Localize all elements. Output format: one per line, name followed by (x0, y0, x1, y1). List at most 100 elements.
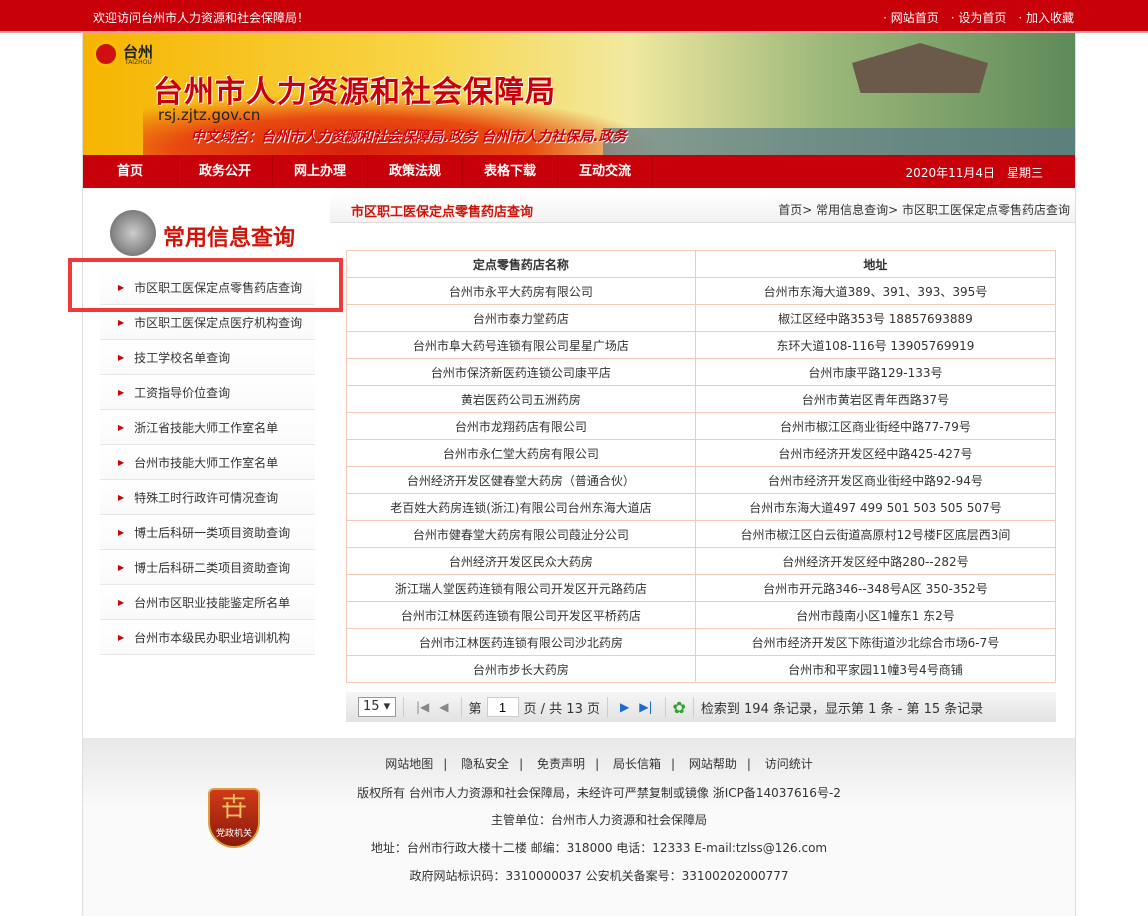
pharmacy-address: 椒江区经中路353号 18857693889 (694, 304, 1057, 332)
prev-page-icon[interactable]: ◀ (439, 700, 448, 714)
table-row: 台州市阜大药号连锁有限公司星星广场店 东环大道108-116号 139057699… (346, 331, 1057, 359)
pharmacy-address: 台州市东海大道497 499 501 503 505 507号 (694, 493, 1057, 521)
pharmacy-name: 台州市阜大药号连锁有限公司星星广场店 (346, 331, 696, 359)
table-row: 老百姓大药房连锁(浙江)有限公司台州东海大道店 台州市东海大道497 499 50… (346, 493, 1057, 521)
page-label: 第 (468, 701, 482, 717)
first-page-icon[interactable]: |◀ (416, 700, 429, 714)
page-margin-left (0, 33, 83, 916)
pharmacy-address: 台州市东海大道389、391、393、395号 (694, 277, 1057, 305)
nav-home[interactable]: 首页 (83, 155, 178, 188)
pharmacy-name: 台州市江林医药连锁有限公司开发区平桥药店 (346, 601, 696, 629)
last-page-icon[interactable]: ▶| (639, 700, 652, 714)
pharmacy-name: 老百姓大药房连锁(浙江)有限公司台州东海大道店 (346, 493, 696, 521)
table-row: 台州市泰力堂药店 椒江区经中路353号 18857693889 (346, 304, 1057, 332)
sidebar-item-label: 浙江省技能大师工作室名单 (134, 420, 279, 435)
sidebar-item[interactable]: ▶ 台州市区职业技能鉴定所名单 (100, 585, 315, 620)
sidebar-title: 常用信息查询 (163, 226, 296, 251)
water-image (603, 128, 1075, 155)
pharmacy-name: 台州市健春堂大药房有限公司葭沚分公司 (346, 520, 696, 548)
table-row: 台州市江林医药连锁有限公司沙北药房 台州市经济开发区下陈街道沙北综合市场6-7号 (346, 628, 1057, 656)
pharmacy-address: 台州市经济开发区商业街经中路92-94号 (694, 466, 1057, 494)
sidebar-item[interactable]: ▶ 浙江省技能大师工作室名单 (100, 410, 315, 445)
pharmacy-name: 台州经济开发区民众大药房 (346, 547, 696, 575)
pharmacy-address: 台州市葭南小区1幢东1 东2号 (694, 601, 1057, 629)
footer-link-sitemap[interactable]: 网站地图 (385, 757, 433, 771)
next-page-icon[interactable]: ▶ (620, 700, 629, 714)
pharmacy-name: 台州市保济新医药连锁公司康平店 (346, 358, 696, 386)
pharmacy-name: 台州市江林医药连锁有限公司沙北药房 (346, 628, 696, 656)
pharmacy-address: 台州市经济开发区下陈街道沙北综合市场6-7号 (694, 628, 1057, 656)
taizhou-logo-icon (93, 41, 119, 67)
site-title: 台州市人力资源和社会保障局 (153, 75, 556, 110)
welcome-text: 欢迎访问台州市人力资源和社会保障局！ (93, 11, 310, 25)
pharmacy-address: 台州市经济开发区经中路425-427号 (694, 439, 1057, 467)
footer-link-disclaimer[interactable]: 免责声明 (537, 757, 585, 771)
arrow-right-icon: ▶ (118, 387, 125, 397)
party-government-badge-icon[interactable]: 卋 党政机关 (208, 788, 260, 848)
site-ids-text: 政府网站标识码：3310000037 公安机关备案号：3310020200077… (409, 869, 789, 883)
pharmacy-name: 台州市永平大药房有限公司 (346, 277, 696, 305)
pharmacy-address: 台州市和平家园11幢3号4号商铺 (694, 655, 1057, 683)
sidebar-item[interactable]: ▶ 博士后科研一类项目资助查询 (100, 515, 315, 550)
sidebar-item[interactable]: ▶ 技工学校名单查询 (100, 340, 315, 375)
page-number-input[interactable] (486, 697, 519, 717)
header-banner: 台州 TAIZHOU 台州市人力资源和社会保障局 rsj.zjtz.gov.cn… (83, 33, 1075, 155)
page-size-select[interactable]: 15 ▾ (358, 697, 396, 717)
footer: 网站地图 | 隐私安全 | 免责声明 | 局长信箱 | 网站帮助 | 访问统计 版权所有 … (83, 738, 1075, 916)
footer-link-privacy[interactable]: 隐私安全 (461, 757, 509, 771)
pavilion-image (852, 43, 988, 93)
sidebar-item[interactable]: ▶ 工资指导价位查询 (100, 375, 315, 410)
table-row: 台州市步长大药房 台州市和平家园11幢3号4号商铺 (346, 655, 1057, 683)
nav-policies[interactable]: 政策法规 (368, 155, 463, 188)
pharmacy-name: 台州经济开发区健春堂大药房（普通合伙） (346, 466, 696, 494)
top-bar: 欢迎访问台州市人力资源和社会保障局！ · 网站首页 · 设为首页 · 加入收藏 (0, 0, 1148, 33)
arrow-right-icon: ▶ (118, 422, 125, 432)
footer-link-stats[interactable]: 访问统计 (765, 757, 813, 771)
pharmacy-address: 东环大道108-116号 13905769919 (694, 331, 1057, 359)
table-row: 台州市永平大药房有限公司 台州市东海大道389、391、393、395号 (346, 277, 1057, 305)
add-favorite-link[interactable]: · 加入收藏 (1018, 9, 1074, 26)
arrow-right-icon: ▶ (118, 632, 125, 642)
sidebar-item-label: 工资指导价位查询 (134, 385, 231, 400)
breadcrumb: 首页> 常用信息查询> 市区职工医保定点零售药店查询 (778, 201, 1070, 218)
refresh-icon[interactable]: ✿ (673, 698, 686, 717)
footer-link-mailbox[interactable]: 局长信箱 (613, 757, 661, 771)
pharmacy-address: 台州市康平路129-133号 (694, 358, 1057, 386)
nav-interaction[interactable]: 互动交流 (558, 155, 653, 188)
pharmacy-name: 浙江瑞人堂医药连锁有限公司开发区开元路药店 (346, 574, 696, 602)
breadcrumb-category[interactable]: 常用信息查询> (816, 203, 898, 217)
logo-subtext: TAIZHOU (125, 59, 152, 66)
main-nav: 首页 政务公开 网上办理 政策法规 表格下载 互动交流 2020年11月4日 星… (83, 155, 1075, 188)
sidebar-item-label: 市区职工医保定点医疗机构查询 (134, 315, 303, 330)
sidebar-item[interactable]: ▶ 博士后科研二类项目资助查询 (100, 550, 315, 585)
table-row: 台州市健春堂大药房有限公司葭沚分公司 台州市椒江区白云街道高原村12号楼F区底层西… (346, 520, 1057, 548)
arrow-right-icon: ▶ (118, 597, 125, 607)
pharmacy-address: 台州市椒江区白云街道高原村12号楼F区底层西3间 (694, 520, 1057, 548)
chinese-domain: 中文域名：台州市人力资源和社会保障局.政务 台州市人力社保局.政务 (191, 129, 627, 145)
nav-online-services[interactable]: 网上办理 (273, 155, 368, 188)
sidebar-item[interactable]: ▶ 台州市技能大师工作室名单 (100, 445, 315, 480)
total-pages: 页 / 共 13 页 (523, 701, 600, 717)
sidebar-item-label: 博士后科研一类项目资助查询 (134, 525, 291, 540)
sidebar-item[interactable]: ▶ 台州市本级民办职业培训机构 (100, 620, 315, 655)
table-row: 台州市龙翔药店有限公司 台州市椒江区商业街经中路77-79号 (346, 412, 1057, 440)
table-row: 台州市永仁堂大药房有限公司 台州市经济开发区经中路425-427号 (346, 439, 1057, 467)
nav-government-affairs[interactable]: 政务公开 (178, 155, 273, 188)
pharmacy-table: 定点零售药店名称 地址 台州市永平大药房有限公司 台州市东海大道389、391、3… (346, 250, 1057, 683)
arrow-right-icon: ▶ (118, 527, 125, 537)
breadcrumb-home[interactable]: 首页> (778, 203, 812, 217)
arrow-right-icon: ▶ (118, 352, 125, 362)
nav-form-downloads[interactable]: 表格下载 (463, 155, 558, 188)
table-row: 台州市保济新医药连锁公司康平店 台州市康平路129-133号 (346, 358, 1057, 386)
set-homepage-link[interactable]: · 设为首页 (951, 9, 1007, 26)
pharmacy-name: 台州市永仁堂大药房有限公司 (346, 439, 696, 467)
breadcrumb-current: 市区职工医保定点零售药店查询 (901, 203, 1070, 217)
arrow-right-icon: ▶ (118, 457, 125, 467)
pharmacy-address: 台州经济开发区经中路280--282号 (694, 547, 1057, 575)
home-link[interactable]: · 网站首页 (883, 9, 939, 26)
sidebar-item[interactable]: ▶ 特殊工时行政许可情况查询 (100, 480, 315, 515)
footer-link-help[interactable]: 网站帮助 (689, 757, 737, 771)
pharmacy-address: 台州市开元路346--348号A区 350-352号 (694, 574, 1057, 602)
table-row: 台州经济开发区民众大药房 台州经济开发区经中路280--282号 (346, 547, 1057, 575)
site-domain: rsj.zjtz.gov.cn (158, 106, 261, 124)
